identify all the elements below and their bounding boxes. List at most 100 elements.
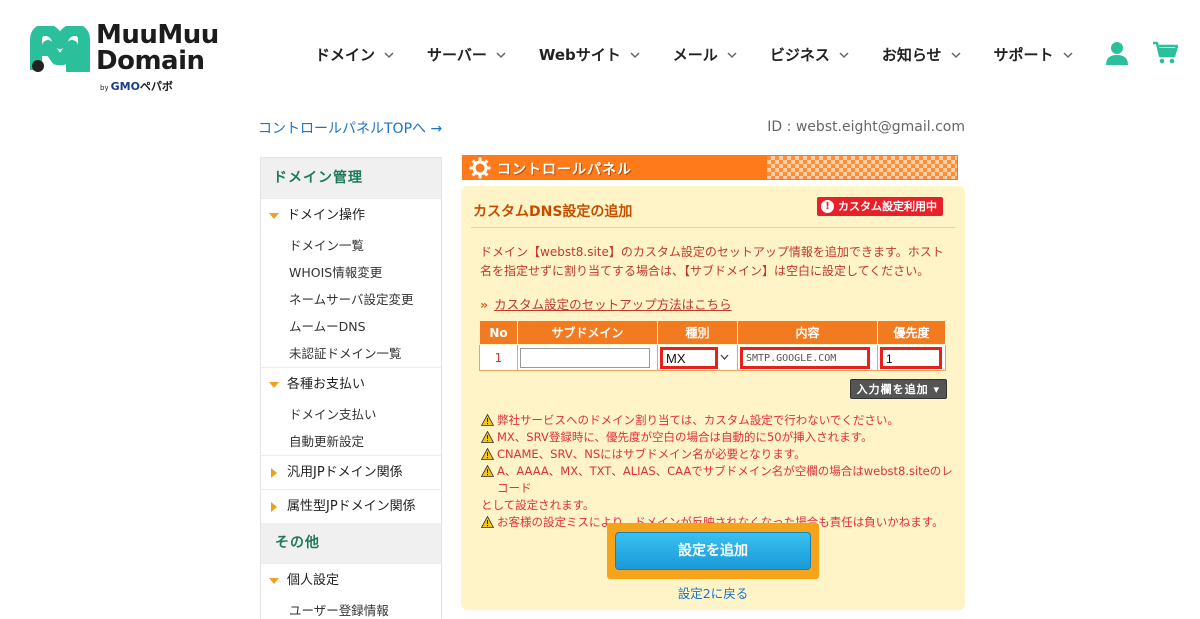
setup-howto-link[interactable]: » カスタム設定のセットアップ方法はこちら xyxy=(480,294,732,313)
nav-item-domain[interactable]: ドメイン xyxy=(315,44,394,65)
howto-link-text: カスタム設定のセットアップ方法はこちら xyxy=(494,297,732,312)
sidebar-group-label: 属性型JPドメイン関係 xyxy=(287,499,416,514)
sidebar-item-user-info[interactable]: ユーザー登録情報 xyxy=(261,597,441,619)
header-actions xyxy=(1104,40,1178,66)
chevron-down-icon xyxy=(720,354,729,360)
column-header-type: 種別 xyxy=(657,320,738,345)
warning-text: MX、SRV登録時に、優先度が空白の場合は自動的に50が挿入されます。 xyxy=(497,430,873,444)
brand-line1: MuuMuu xyxy=(96,20,219,50)
nav-label: お知らせ xyxy=(881,46,942,64)
warning-item-continuation: として設定されます。 xyxy=(481,497,961,514)
sidebar-item-whois[interactable]: WHOIS情報変更 xyxy=(261,259,441,286)
banner-checker-pattern xyxy=(767,156,957,179)
control-panel-top-link[interactable]: コントロールパネルTOPへ → xyxy=(258,118,442,138)
panel-divider xyxy=(471,227,955,228)
warning-text: CNAME、SRV、NSにはサブドメイン名が必要となります。 xyxy=(497,447,806,461)
brand-gmo: GMO xyxy=(110,80,140,93)
warning-item: A、AAAA、MX、TXT、ALIAS、CAAでサブドメイン名が空欄の場合はwe… xyxy=(481,463,961,497)
warning-text: として設定されます。 xyxy=(481,498,595,512)
control-panel-banner: コントロールパネル xyxy=(462,155,958,180)
brand-name: MuuMuu Domain xyxy=(96,22,219,74)
sidebar-group-label: 汎用JPドメイン関係 xyxy=(287,465,403,480)
user-id-label: ID : webst.eight@gmail.com xyxy=(767,119,965,135)
sidebar-group-label: 各種お支払い xyxy=(287,377,366,392)
sidebar-group-domain-ops[interactable]: ドメイン操作 xyxy=(261,198,441,232)
back-to-setting2-link[interactable]: 設定2に戻る xyxy=(461,583,965,602)
brand-pepabo: ペパボ xyxy=(139,80,173,93)
nav-item-server[interactable]: サーバー xyxy=(427,44,506,65)
table-row: 1 MX SMTP.GOOGLE.COM 1 xyxy=(479,344,946,371)
triangle-down-icon xyxy=(269,577,279,584)
panel-title: カスタムDNS設定の追加 xyxy=(473,204,633,220)
add-input-row-button[interactable]: 入力欄を追加 ▾ xyxy=(849,379,947,399)
cart-icon[interactable] xyxy=(1152,40,1178,66)
nav-item-business[interactable]: ビジネス xyxy=(770,44,849,65)
custom-setting-badge: ! カスタム設定利用中 xyxy=(817,197,943,216)
custom-dns-panel: カスタムDNS設定の追加 ! カスタム設定利用中 ドメイン【webst8.sit… xyxy=(461,186,965,610)
chevron-down-icon xyxy=(951,51,961,58)
banner-title: コントロールパネル xyxy=(497,162,632,178)
sidebar-group-label: 個人設定 xyxy=(287,573,340,588)
nav-label: メール xyxy=(672,46,718,64)
column-header-priority: 優先度 xyxy=(877,320,946,345)
sidebar-heading-domain: ドメイン管理 xyxy=(261,158,441,198)
priority-cell: 1 xyxy=(877,344,946,371)
chevron-down-icon xyxy=(1063,51,1073,58)
badge-label: カスタム設定利用中 xyxy=(838,200,937,213)
chevron-down-icon xyxy=(384,51,394,58)
subdomain-input[interactable] xyxy=(520,347,650,368)
warning-text: 弊社サービスへのドメイン割り当ては、カスタム設定で行わないでください。 xyxy=(497,413,899,427)
column-header-content: 内容 xyxy=(737,320,878,345)
triangle-right-icon xyxy=(271,501,277,512)
sidebar-item-muumuu-dns[interactable]: ムームーDNS xyxy=(261,313,441,340)
table-header-row: No サブドメイン 種別 内容 優先度 xyxy=(479,320,946,345)
subdomain-cell xyxy=(517,344,658,371)
record-content-input[interactable]: SMTP.GOOGLE.COM xyxy=(740,346,870,369)
triangle-down-icon xyxy=(269,381,279,388)
sidebar-group-label: ドメイン操作 xyxy=(287,208,366,223)
sidebar-group-personal[interactable]: 個人設定 xyxy=(261,563,441,597)
sidebar-group-attr-jp[interactable]: 属性型JPドメイン関係 xyxy=(261,489,441,523)
sidebar-group-payments[interactable]: 各種お支払い xyxy=(261,367,441,401)
add-setting-button[interactable]: 設定を追加 xyxy=(615,532,811,570)
chevron-down-icon xyxy=(630,51,640,58)
sidebar-item-nameserver[interactable]: ネームサーバ設定変更 xyxy=(261,286,441,313)
main-nav: ドメイン サーバー Webサイト メール ビジネス お知らせ サポート xyxy=(315,44,1106,65)
chevron-down-icon xyxy=(496,51,506,58)
panel-description: ドメイン【webst8.site】のカスタム設定のセットアップ情報を追加できます… xyxy=(480,245,944,278)
type-cell: MX xyxy=(657,344,738,371)
sidebar: ドメイン管理 ドメイン操作 ドメイン一覧 WHOIS情報変更 ネームサーバ設定変… xyxy=(260,157,442,619)
muumuu-logo-mark-icon xyxy=(30,26,90,72)
user-icon[interactable] xyxy=(1104,40,1130,66)
nav-label: Webサイト xyxy=(538,46,621,64)
sidebar-group-jp[interactable]: 汎用JPドメイン関係 xyxy=(261,455,441,489)
nav-item-news[interactable]: お知らせ xyxy=(882,44,961,65)
brand-byline: by GMOペパボ xyxy=(100,78,173,94)
sidebar-heading-other: その他 xyxy=(261,523,441,563)
chevron-down-icon xyxy=(839,51,849,58)
warning-icon xyxy=(481,431,494,443)
nav-label: ビジネス xyxy=(769,46,830,64)
nav-label: サーバー xyxy=(427,46,487,64)
record-type-select[interactable]: MX xyxy=(660,346,718,369)
nav-item-mail[interactable]: メール xyxy=(673,44,737,65)
warning-text: A、AAAA、MX、TXT、ALIAS、CAAでサブドメイン名が空欄の場合はwe… xyxy=(497,464,953,495)
warning-item: CNAME、SRV、NSにはサブドメイン名が必要となります。 xyxy=(481,446,961,463)
warning-icon xyxy=(481,414,494,426)
sidebar-item-auto-renew[interactable]: 自動更新設定 xyxy=(261,428,441,455)
column-header-no: No xyxy=(479,320,518,345)
warning-item: 弊社サービスへのドメイン割り当ては、カスタム設定で行わないでください。 xyxy=(481,412,961,429)
chevron-down-icon xyxy=(727,51,737,58)
triangle-right-icon xyxy=(271,467,277,478)
nav-item-support[interactable]: サポート xyxy=(994,44,1073,65)
nav-label: ドメイン xyxy=(315,46,376,64)
exclamation-icon: ! xyxy=(821,200,834,213)
warning-icon xyxy=(481,448,494,460)
column-header-subdomain: サブドメイン xyxy=(517,320,658,345)
sidebar-item-domain-list[interactable]: ドメイン一覧 xyxy=(261,232,441,259)
brand-logo[interactable]: MuuMuu Domain by GMOペパボ xyxy=(30,22,220,94)
sidebar-item-unverified-domains[interactable]: 未認証ドメイン一覧 xyxy=(261,340,441,367)
sidebar-item-domain-payment[interactable]: ドメイン支払い xyxy=(261,401,441,428)
nav-item-website[interactable]: Webサイト xyxy=(539,44,640,65)
priority-input[interactable]: 1 xyxy=(880,346,942,369)
